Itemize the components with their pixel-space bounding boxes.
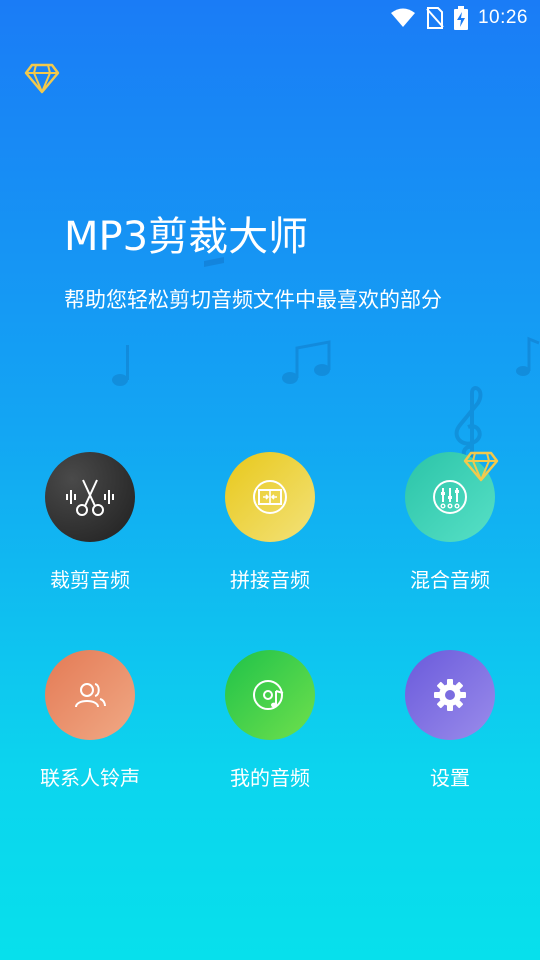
feature-cut-audio[interactable]: 裁剪音频 (10, 452, 170, 593)
feature-label: 联系人铃声 (40, 766, 140, 790)
feature-my-audio[interactable]: 我的音频 (190, 650, 350, 791)
feature-label: 设置 (430, 766, 470, 790)
status-bar: 10:26 (0, 0, 540, 36)
premium-diamond-icon (463, 451, 499, 482)
feature-settings[interactable]: 设置 (370, 650, 530, 791)
feature-label: 混合音频 (410, 568, 490, 592)
wifi-icon (390, 8, 415, 27)
feature-join-audio[interactable]: 拼接音频 (190, 452, 350, 593)
merge-icon (253, 480, 287, 514)
feature-icon-circle (45, 452, 135, 542)
diamond-icon (24, 63, 60, 94)
no-sim-icon (426, 7, 444, 29)
feature-icon-circle (225, 452, 315, 542)
music-note-decor-icon (516, 336, 540, 376)
music-note-decor-icon (282, 340, 331, 384)
premium-button[interactable] (24, 62, 60, 94)
gear-icon (434, 679, 466, 711)
status-time: 10:26 (477, 7, 528, 28)
feature-contact-ringtone[interactable]: 联系人铃声 (10, 650, 170, 791)
feature-label: 我的音频 (230, 766, 310, 790)
feature-mix-audio[interactable]: 混合音频 (370, 451, 530, 593)
feature-label: 裁剪音频 (50, 568, 130, 592)
mixer-icon (433, 480, 467, 514)
feature-icon-circle (405, 650, 495, 740)
app-title: MP3剪裁大师 (64, 214, 309, 260)
feature-icon-circle (405, 451, 499, 542)
battery-charging-icon (453, 6, 468, 30)
feature-label: 拼接音频 (230, 568, 310, 592)
status-icons: 10:26 (390, 6, 528, 30)
music-disc-icon (253, 680, 284, 710)
music-note-decor-icon (112, 345, 129, 386)
feature-icon-circle (225, 650, 315, 740)
app-subtitle: 帮助您轻松剪切音频文件中最喜欢的部分 (64, 288, 442, 312)
contacts-icon (75, 683, 106, 708)
scissors-icon (66, 479, 114, 516)
feature-icon-circle (45, 650, 135, 740)
